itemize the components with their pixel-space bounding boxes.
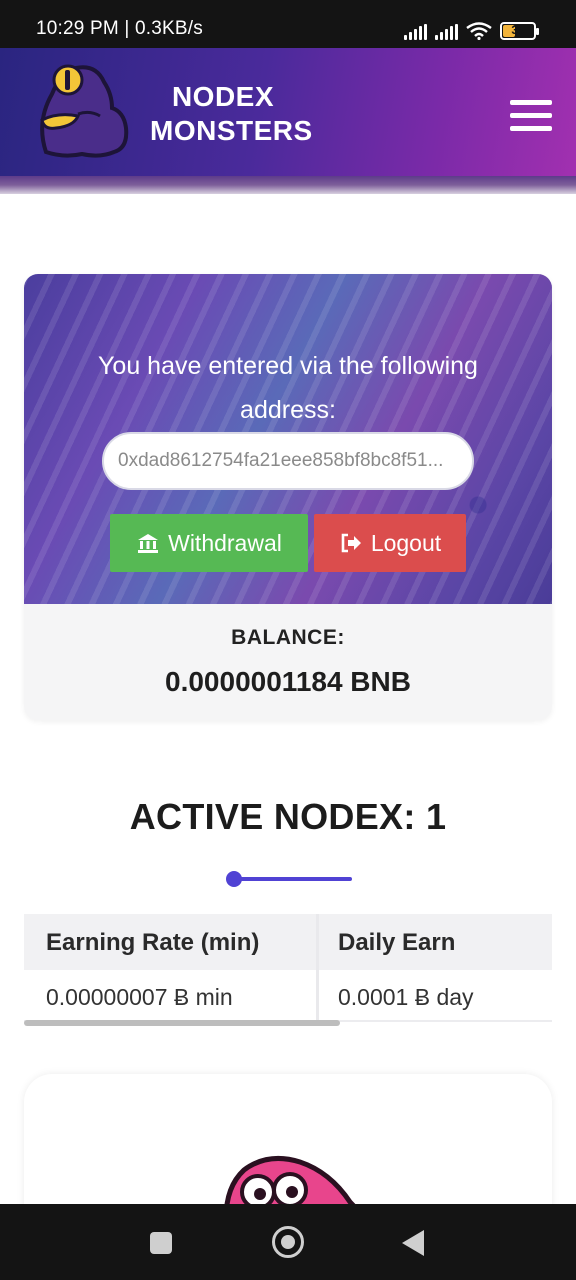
system-nav-bar: [0, 1204, 576, 1280]
bank-icon: [138, 534, 159, 553]
table-header-daily-earn: Daily Earn: [338, 929, 456, 956]
status-bar: 10:29 PM | 0.3KB/s 39: [0, 0, 576, 48]
status-time-speed: 10:29 PM | 0.3KB/s: [36, 18, 203, 39]
battery-level: 39: [511, 23, 525, 37]
balance-value: 0.0000001184 BNB: [165, 666, 411, 697]
logo-line-2: MONSTERS: [150, 115, 313, 146]
table-header-earning-rate: Earning Rate (min): [46, 929, 260, 956]
earnings-table[interactable]: Earning Rate (min) Daily Earn 0.00000007…: [24, 914, 552, 1026]
table-horizontal-scrollbar[interactable]: [24, 1020, 340, 1026]
balance-label: BALANCE:: [231, 626, 345, 649]
logo-line-1: NODEX: [171, 81, 275, 112]
hamburger-menu-icon[interactable]: [506, 96, 556, 136]
battery-icon: 39: [500, 22, 539, 40]
header-divider: [0, 176, 576, 194]
logout-label: Logout: [370, 529, 442, 556]
home-icon[interactable]: [272, 1226, 304, 1258]
logout-icon: [341, 533, 361, 553]
wallet-intro-text: You have entered via the following addre…: [98, 352, 478, 424]
site-logo-text[interactable]: NODEX MONSTERS: [150, 80, 313, 148]
signal-icon-2: [435, 24, 458, 40]
table-cell-daily-earn: 0.0001 Ƀ day: [338, 984, 474, 1010]
monster-logo-icon[interactable]: [30, 60, 130, 160]
wallet-card: You have entered via the following addre…: [24, 274, 552, 720]
title-underline-dot: [226, 871, 242, 887]
withdrawal-button[interactable]: Withdrawal: [110, 514, 308, 572]
wifi-icon: [466, 22, 492, 40]
column-separator: [316, 914, 319, 1022]
table-cell-earning-rate: 0.00000007 Ƀ min: [46, 984, 233, 1010]
wallet-address-field[interactable]: [102, 432, 474, 490]
signal-icon: [404, 24, 427, 40]
status-icons: 39: [404, 20, 539, 40]
recent-apps-icon[interactable]: [150, 1232, 172, 1254]
logout-button[interactable]: Logout: [314, 514, 466, 572]
active-nodex-title: ACTIVE NODEX: 1: [129, 796, 447, 837]
withdrawal-label: Withdrawal: [168, 529, 282, 556]
title-underline: [232, 877, 352, 881]
back-icon[interactable]: [402, 1230, 424, 1256]
wallet-banner: You have entered via the following addre…: [24, 274, 552, 604]
